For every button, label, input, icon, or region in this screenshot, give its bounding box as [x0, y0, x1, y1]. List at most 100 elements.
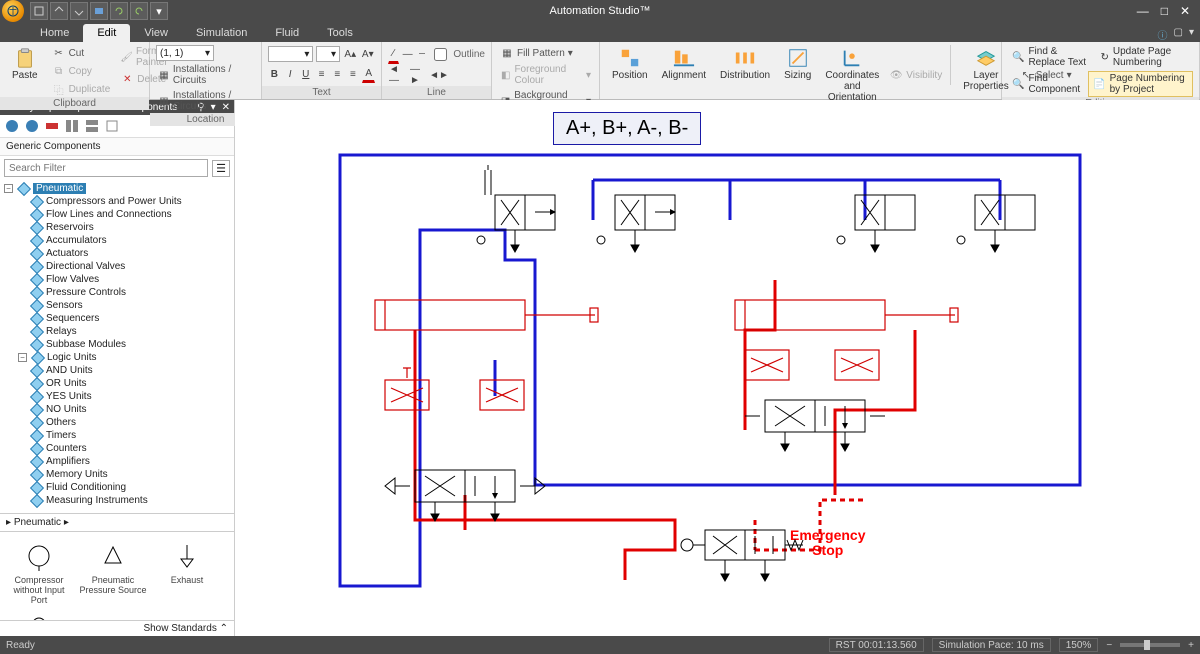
tool-icon[interactable]	[4, 118, 20, 134]
component-thumbnail[interactable]: Compressor without Input Port	[4, 538, 74, 606]
tree-node[interactable]: −Logic Units	[0, 351, 234, 364]
cell-combo[interactable]: (1, 1)▾	[156, 45, 214, 61]
tree-node[interactable]: Sequencers	[0, 312, 234, 325]
component-thumbnail[interactable]: Single-Acting Cylinder	[78, 610, 148, 620]
grow-font-icon[interactable]: A▴	[343, 45, 357, 63]
ribbon-menu-icon[interactable]: ▾	[1189, 27, 1194, 42]
breadcrumb[interactable]: ▸ Pneumatic ▸	[0, 513, 234, 532]
tree-node[interactable]: Relays	[0, 325, 234, 338]
italic-icon[interactable]: I	[284, 65, 297, 83]
tab-home[interactable]: Home	[26, 24, 83, 42]
align-right-icon[interactable]: ≡	[347, 65, 360, 83]
close-button[interactable]: ✕	[1180, 4, 1190, 18]
fg-colour-button[interactable]: ◧Foreground Colour ▾	[498, 63, 593, 87]
underline-icon[interactable]: U	[299, 65, 312, 83]
tab-edit[interactable]: Edit	[83, 24, 130, 42]
tree-node[interactable]: AND Units	[0, 364, 234, 377]
tree-node[interactable]: NO Units	[0, 403, 234, 416]
align-left-icon[interactable]: ≡	[315, 65, 328, 83]
font-combo[interactable]: ▾	[268, 46, 313, 62]
tree-node[interactable]: Counters	[0, 442, 234, 455]
tool-icon[interactable]	[84, 118, 100, 134]
drawing-canvas[interactable]: A+, B+, A-, B- EmergencyStop	[235, 100, 1200, 636]
arrow-start-icon[interactable]: ◄—	[388, 66, 406, 84]
tree-node[interactable]: Sensors	[0, 299, 234, 312]
search-input[interactable]	[4, 159, 208, 177]
tool-icon[interactable]	[104, 118, 120, 134]
tree-node[interactable]: Amplifiers	[0, 455, 234, 468]
tool-icon[interactable]	[44, 118, 60, 134]
update-page-numbering-button[interactable]: ↻Update Page Numbering	[1096, 45, 1193, 69]
distribution-button[interactable]: Distribution	[714, 45, 776, 83]
component-thumbnail[interactable]: Single-Acting Cylinder with Spri…	[152, 610, 222, 620]
tool-icon[interactable]	[24, 118, 40, 134]
search-options-icon[interactable]: ☰	[212, 160, 230, 177]
tab-tools[interactable]: Tools	[313, 24, 367, 42]
shrink-font-icon[interactable]: A▾	[361, 45, 375, 63]
arrow-both-icon[interactable]: ◄►	[430, 66, 448, 84]
bold-icon[interactable]: B	[268, 65, 281, 83]
qat-button[interactable]	[90, 2, 108, 20]
tool-icon[interactable]	[64, 118, 80, 134]
font-color-icon[interactable]: A	[362, 65, 375, 83]
tab-fluid[interactable]: Fluid	[261, 24, 313, 42]
collapse-ribbon-icon[interactable]: ▢	[1174, 27, 1183, 42]
installations-button[interactable]: ▦Installations / Circuits	[156, 63, 255, 87]
cut-button[interactable]: ✂Cut	[50, 45, 113, 61]
copy-button[interactable]: ⧉Copy	[50, 63, 113, 79]
tree-node[interactable]: Subbase Modules	[0, 338, 234, 351]
tree-node[interactable]: Pressure Controls	[0, 286, 234, 299]
tree-node[interactable]: Timers	[0, 429, 234, 442]
align-center-icon[interactable]: ≡	[331, 65, 344, 83]
arrow-end-icon[interactable]: —►	[409, 66, 427, 84]
app-orb-button[interactable]	[2, 0, 24, 22]
tree-node[interactable]: −Pneumatic	[0, 182, 234, 195]
help-icon[interactable]: ⓘ	[1158, 27, 1168, 42]
paste-button[interactable]: Paste	[6, 45, 44, 97]
sizing-button[interactable]: Sizing	[778, 45, 817, 83]
position-button[interactable]: Position	[606, 45, 654, 83]
find-replace-button[interactable]: 🔍Find & Replace Text	[1008, 45, 1092, 69]
show-standards-button[interactable]: Show Standards	[143, 623, 216, 634]
visibility-button[interactable]: 👁Visibility	[887, 67, 944, 83]
size-combo[interactable]: ▾	[316, 46, 340, 62]
coords-button[interactable]: Coordinates and Orientation	[819, 45, 885, 105]
tree-node[interactable]: Measuring Instruments	[0, 494, 234, 507]
tree-node[interactable]: Flow Lines and Connections	[0, 208, 234, 221]
tree-node[interactable]: Flow Valves	[0, 273, 234, 286]
qat-button[interactable]	[30, 2, 48, 20]
outline-checkbox[interactable]	[434, 48, 447, 61]
tree-node[interactable]: Actuators	[0, 247, 234, 260]
tab-simulation[interactable]: Simulation	[182, 24, 261, 42]
qat-button[interactable]	[110, 2, 128, 20]
maximize-button[interactable]: □	[1161, 4, 1168, 18]
alignment-button[interactable]: Alignment	[656, 45, 712, 83]
zoom-slider[interactable]	[1120, 643, 1180, 647]
component-thumbnail[interactable]: Gas-Loaded Accumulator with…	[4, 610, 74, 620]
page-numbering-project-button[interactable]: 📄Page Numbering by Project	[1088, 71, 1193, 97]
minimize-button[interactable]: —	[1137, 4, 1149, 18]
tree-node[interactable]: YES Units	[0, 390, 234, 403]
tree-node[interactable]: OR Units	[0, 377, 234, 390]
line-dash-icon[interactable]: ┄	[417, 46, 428, 64]
tree-node[interactable]: Memory Units	[0, 468, 234, 481]
tree-node[interactable]: Others	[0, 416, 234, 429]
zoom-in-icon[interactable]: +	[1188, 640, 1194, 651]
component-tree[interactable]: −PneumaticCompressors and Power UnitsFlo…	[0, 180, 234, 513]
qat-button[interactable]	[130, 2, 148, 20]
component-thumbnail[interactable]: Pneumatic Pressure Source	[78, 538, 148, 606]
tree-node[interactable]: Accumulators	[0, 234, 234, 247]
tree-node[interactable]: Reservoirs	[0, 221, 234, 234]
tree-node[interactable]: Fluid Conditioning	[0, 481, 234, 494]
chevron-up-icon[interactable]: ⌃	[220, 623, 228, 634]
fill-pattern-button[interactable]: ▦Fill Pattern ▾	[498, 45, 593, 61]
qat-button[interactable]	[50, 2, 68, 20]
duplicate-button[interactable]: ⿻Duplicate	[50, 81, 113, 97]
zoom-out-icon[interactable]: −	[1106, 640, 1112, 651]
tab-view[interactable]: View	[130, 24, 182, 42]
tree-node[interactable]: Directional Valves	[0, 260, 234, 273]
status-zoom[interactable]: 150%	[1059, 638, 1099, 652]
qat-button[interactable]: ▾	[150, 2, 168, 20]
tree-node[interactable]: Compressors and Power Units	[0, 195, 234, 208]
line-weight-icon[interactable]: —	[402, 46, 414, 64]
